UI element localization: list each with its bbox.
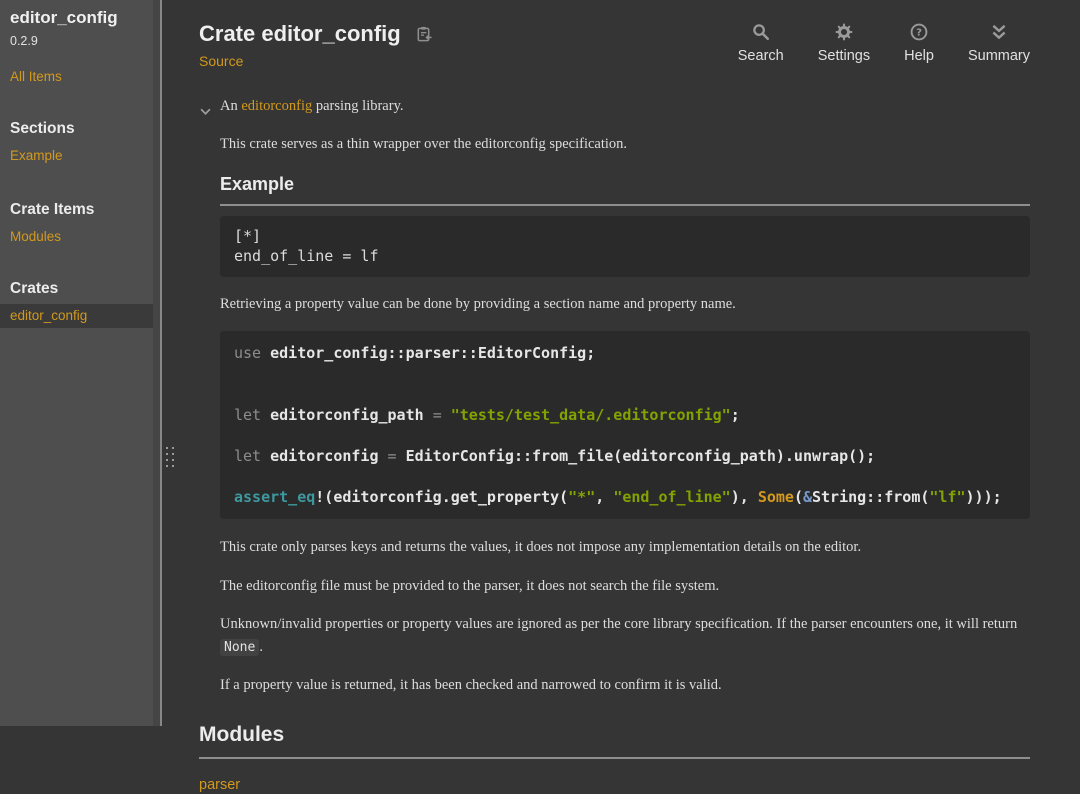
paragraph-provided: The editorconfig file must be provided t… — [220, 575, 1030, 597]
nav-settings-button[interactable]: Settings — [818, 23, 870, 64]
sidebar: editor_config 0.2.9 All Items Sections E… — [0, 0, 153, 726]
sidebar-resize-handle[interactable] — [166, 447, 174, 467]
search-icon — [752, 23, 770, 41]
nav-search-button[interactable]: Search — [738, 23, 784, 64]
paragraph-wrapper: This crate serves as a thin wrapper over… — [220, 133, 1030, 155]
page-title-text: Crate editor_config — [199, 20, 401, 47]
nav-help-button[interactable]: ? Help — [904, 23, 934, 64]
sidebar-resize-divider[interactable] — [160, 0, 162, 726]
copy-path-button[interactable] — [415, 25, 432, 43]
nav-summary-button[interactable]: Summary — [968, 23, 1030, 64]
paragraph-valid: If a property value is returned, it has … — [220, 674, 1030, 696]
nav-search-label: Search — [738, 48, 784, 64]
sidebar-item-example[interactable]: Example — [10, 148, 143, 163]
sidebar-item-crate-editor-config[interactable]: editor_config — [0, 304, 153, 328]
summary-icon — [991, 23, 1007, 41]
sidebar-heading-crate-items: Crate Items — [10, 201, 143, 218]
module-link-parser[interactable]: parser — [199, 777, 240, 793]
help-glyph: ? — [916, 28, 922, 39]
code-block-ini: [*]end_of_line = lf — [220, 216, 1030, 277]
sidebar-scroll-gutter — [153, 0, 160, 726]
top-navigation: Search Settings — [738, 20, 1030, 64]
nav-summary-label: Summary — [968, 48, 1030, 64]
example-heading: Example — [220, 174, 1030, 206]
intro-text-before: An — [220, 98, 241, 114]
paragraph-retrieving: Retrieving a property value can be done … — [220, 293, 1030, 315]
crate-docblock: An editorconfig parsing library. This cr… — [220, 95, 1030, 697]
page-header: Crate editor_config Source — [199, 20, 1030, 71]
crate-version: 0.2.9 — [10, 34, 143, 48]
modules-item-table: parser — [199, 776, 1030, 794]
main-content: Crate editor_config Source — [162, 0, 1080, 794]
editorconfig-link[interactable]: editorconfig — [241, 98, 312, 114]
sidebar-heading-sections: Sections — [10, 120, 143, 137]
doc-intro-line: An editorconfig parsing library. — [220, 95, 1030, 117]
sidebar-item-modules[interactable]: Modules — [10, 229, 143, 244]
page-title: Crate editor_config — [199, 20, 432, 47]
none-inline-code: None — [220, 639, 259, 656]
nav-settings-label: Settings — [818, 48, 870, 64]
paragraph-unknown-text: Unknown/invalid properties or property v… — [220, 616, 1017, 632]
sidebar-item-all-items[interactable]: All Items — [10, 69, 143, 84]
clipboard-copy-icon — [415, 25, 432, 43]
paragraph-unknown: Unknown/invalid properties or property v… — [220, 613, 1030, 658]
sidebar-crate-title[interactable]: editor_config — [10, 8, 143, 28]
chevron-down-icon — [200, 108, 211, 115]
collapse-toggle[interactable] — [200, 100, 211, 122]
help-icon: ? — [910, 23, 928, 41]
intro-text-after: parsing library. — [312, 98, 403, 114]
modules-section-heading: Modules — [199, 723, 1030, 759]
code-block-rust: use editor_config::parser::EditorConfig;… — [220, 331, 1030, 519]
gear-icon — [835, 23, 853, 41]
sidebar-heading-crates: Crates — [10, 280, 143, 297]
paragraph-parses: This crate only parses keys and returns … — [220, 536, 1030, 558]
nav-help-label: Help — [904, 48, 934, 64]
paragraph-unknown-period: . — [259, 639, 263, 655]
source-link[interactable]: Source — [199, 53, 243, 69]
